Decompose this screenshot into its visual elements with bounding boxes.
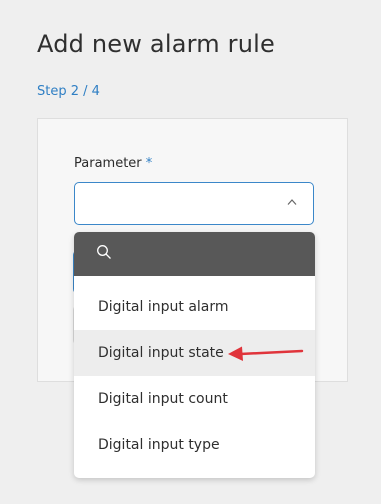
page-title: Add new alarm rule: [37, 30, 275, 58]
parameter-select[interactable]: [74, 182, 314, 225]
chevron-up-icon: [287, 199, 297, 205]
required-marker: *: [145, 156, 153, 171]
parameter-label: Parameter *: [74, 156, 152, 171]
step-indicator: Step 2 / 4: [37, 84, 100, 99]
red-arrow-icon: [228, 346, 304, 361]
parameter-label-text: Parameter: [74, 156, 142, 171]
dropdown-option-digital-input-alarm[interactable]: Digital input alarm: [74, 284, 315, 330]
search-icon: [97, 245, 111, 259]
dropdown-search[interactable]: [74, 232, 315, 276]
dropdown-option-digital-input-count[interactable]: Digital input count: [74, 376, 315, 422]
dropdown-option-digital-input-type[interactable]: Digital input type: [74, 422, 315, 468]
